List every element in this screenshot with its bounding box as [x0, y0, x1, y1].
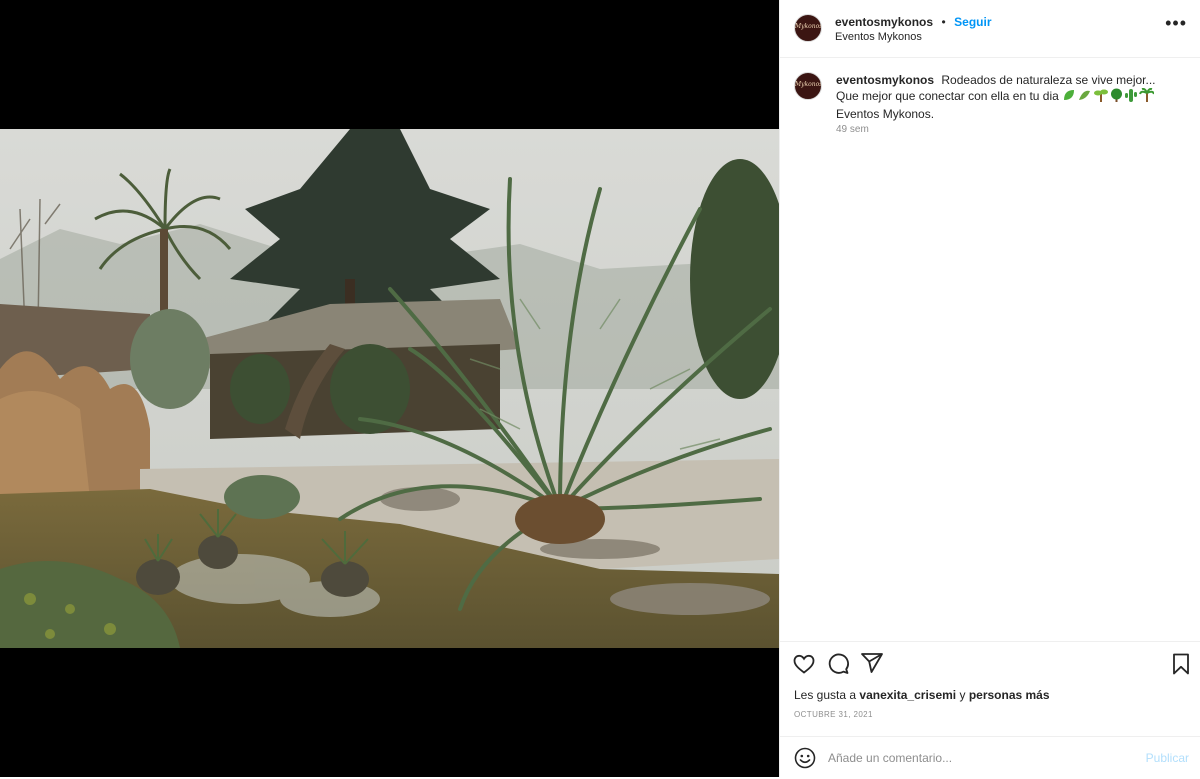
post-side-panel: Mykonos eventosmykonos • Seguir Eventos … [779, 0, 1200, 777]
caption-username[interactable]: eventosmykonos [836, 73, 934, 87]
separator-dot: • [941, 15, 946, 29]
avatar[interactable]: Mykonos [794, 14, 822, 42]
post-actions: Les gusta a vanexita_crisemi y personas … [780, 641, 1200, 778]
post-header: Mykonos eventosmykonos • Seguir Eventos … [780, 0, 1200, 58]
leaf-icon [1064, 90, 1075, 100]
caption-suffix: Eventos Mykonos. [836, 107, 935, 121]
seedling-icon [1094, 89, 1109, 102]
cactus-icon [1125, 89, 1138, 102]
caption-avatar-logo-text: Mykonos [795, 81, 822, 88]
comment-bar: Añade un comentario... Publicar [780, 736, 1200, 779]
likes-and: y [959, 688, 966, 702]
avatar-logo-text: Mykonos [795, 23, 822, 30]
likes-user-link[interactable]: vanexita_crisemi [859, 688, 956, 702]
comment-icon[interactable] [826, 652, 850, 676]
follow-button[interactable]: Seguir [954, 15, 991, 29]
share-icon[interactable] [860, 651, 884, 675]
garden-pond-photo [0, 129, 779, 648]
emoji-icon[interactable] [793, 746, 817, 770]
comment-input[interactable]: Añade un comentario... [828, 751, 952, 765]
location-link[interactable]: Eventos Mykonos [835, 31, 922, 43]
likes-others-link[interactable]: personas más [969, 688, 1050, 702]
caption-text: eventosmykonos Rodeados de naturaleza se… [836, 72, 1181, 122]
post-date[interactable]: OCTUBRE 31, 2021 [794, 710, 873, 719]
herb-icon [1079, 90, 1091, 100]
header-username[interactable]: eventosmykonos [835, 15, 933, 29]
caption-emojis [1062, 87, 1156, 106]
like-heart-icon[interactable] [792, 652, 816, 676]
caption-avatar[interactable]: Mykonos [794, 72, 822, 100]
post-photo[interactable] [0, 129, 779, 648]
more-options-icon[interactable]: ••• [1165, 14, 1187, 32]
palm-icon [1139, 87, 1156, 102]
likes-summary: Les gusta a vanexita_crisemi y personas … [794, 688, 1050, 702]
publish-button[interactable]: Publicar [1146, 751, 1189, 765]
likes-prefix: Les gusta a [794, 688, 857, 702]
tree-icon [1111, 88, 1123, 102]
save-bookmark-icon[interactable] [1169, 652, 1193, 676]
post-media[interactable] [0, 0, 779, 777]
caption-timestamp[interactable]: 49 sem [836, 124, 869, 135]
header-user-row: eventosmykonos • Seguir [835, 13, 992, 31]
